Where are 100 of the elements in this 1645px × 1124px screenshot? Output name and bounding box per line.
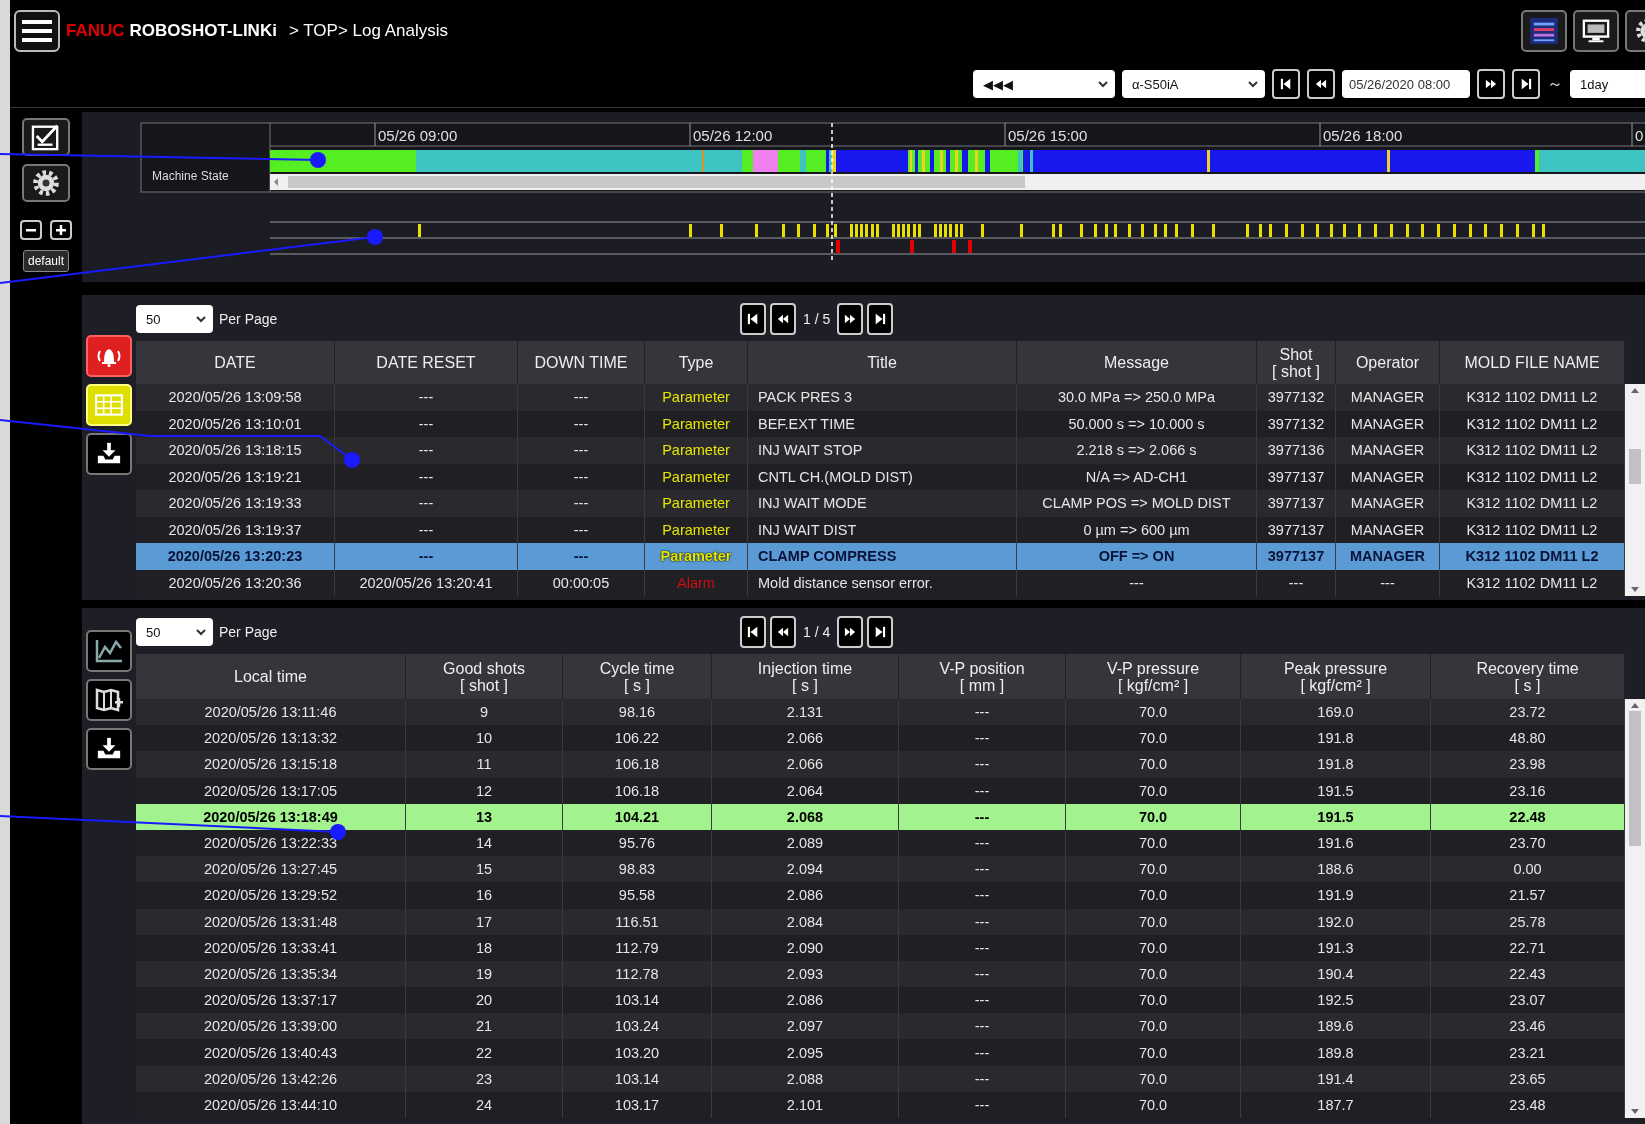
table-row[interactable]: 2020/05/26 13:18:49 13 104.21 2.068 --- 70.0 191.5 22.48 <box>136 803 1625 830</box>
next-button[interactable] <box>1477 69 1505 99</box>
last-page-button[interactable] <box>867 616 894 648</box>
machine-dropdown[interactable]: α-S50iA <box>1122 70 1265 98</box>
table-cell: 106.18 <box>563 777 712 804</box>
table-row[interactable]: 2020/05/26 13:09:58 --- --- Parameter PACK PRES 3 30.0 MPa => 250.0 MPa 3977132 MANAGER K312 1102 DM11 L2 <box>136 384 1625 411</box>
settings-button[interactable] <box>22 164 70 202</box>
column-header: DATE <box>214 354 256 371</box>
range-dropdown[interactable]: ◀◀◀ <box>973 70 1115 98</box>
fast-forward-icon <box>844 313 857 325</box>
column-header: Good shots <box>443 659 525 677</box>
menu-button[interactable] <box>14 10 60 52</box>
table-cell: --- <box>1257 569 1336 596</box>
table-cell: 18 <box>406 934 563 961</box>
first-page-button[interactable] <box>740 616 766 648</box>
breadcrumb: > TOP> Log Analysis <box>288 21 448 41</box>
table-row[interactable]: 2020/05/26 13:31:48 17 116.51 2.084 --- 70.0 192.0 25.78 <box>136 908 1625 935</box>
table-cell: 2.064 <box>712 777 899 804</box>
table-cell: 22 <box>406 1039 563 1066</box>
table-row[interactable]: 2020/05/26 13:35:34 19 112.78 2.093 --- 70.0 190.4 22.43 <box>136 960 1625 988</box>
filter-button[interactable] <box>22 118 70 156</box>
map-button[interactable] <box>86 679 132 721</box>
table-cell: PACK PRES 3 <box>748 384 1017 411</box>
scrollbar[interactable] <box>1625 699 1645 1119</box>
zoom-out-button[interactable] <box>20 220 42 240</box>
first-button[interactable] <box>1272 69 1300 99</box>
column-header: Title <box>867 354 897 371</box>
table-row[interactable]: 2020/05/26 13:11:46 9 98.16 2.131 --- 70.0 169.0 23.72 <box>136 699 1625 726</box>
last-button[interactable] <box>1512 69 1540 99</box>
list-view-button[interactable] <box>1521 10 1567 52</box>
table-cell: 2020/05/26 13:29:52 <box>136 882 406 909</box>
table-cell: 2.095 <box>712 1039 899 1066</box>
caret-icon <box>1247 79 1259 89</box>
table-row[interactable]: 2020/05/26 13:39:00 21 103.24 2.097 --- 70.0 189.6 23.46 <box>136 1013 1625 1040</box>
row-label: Machine State <box>152 169 229 183</box>
scrollbar[interactable] <box>1625 384 1645 596</box>
map-icon <box>94 687 124 713</box>
table-row[interactable]: 2020/05/26 13:15:18 11 106.18 2.066 --- 70.0 191.8 23.98 <box>136 751 1625 778</box>
table-cell: 103.20 <box>563 1039 712 1066</box>
table-cell: CLAMP POS => MOLD DIST <box>1017 490 1257 517</box>
table-cell: 70.0 <box>1066 803 1241 830</box>
list-icon <box>1530 18 1558 44</box>
skip-end-icon <box>874 626 887 638</box>
table-cell: 106.18 <box>563 751 712 778</box>
table-cell: 95.58 <box>563 882 712 909</box>
table-cell: --- <box>1336 569 1440 596</box>
column-unit: [ s ] <box>792 676 818 694</box>
table-cell: --- <box>335 543 518 570</box>
checklist-icon <box>31 123 61 151</box>
monitor-button[interactable] <box>1573 10 1619 52</box>
table-cell: 70.0 <box>1066 1039 1241 1066</box>
default-zoom-button[interactable]: default <box>23 250 69 272</box>
per-page-dropdown[interactable]: 50 <box>136 618 213 646</box>
column-header: Operator <box>1355 354 1420 371</box>
table-cell: --- <box>899 777 1066 804</box>
column-header: Injection time <box>757 659 853 677</box>
chart-button[interactable] <box>86 630 132 672</box>
first-page-button[interactable] <box>740 303 766 335</box>
table-row[interactable]: 2020/05/26 13:19:33 --- --- Parameter INJ WAIT MODE CLAMP POS => MOLD DIST 3977137 MANAGER K312 1102 DM11 L2 <box>136 490 1625 517</box>
brand-mark: FANUC <box>66 21 125 41</box>
previous-page-button[interactable] <box>770 303 796 335</box>
line-chart-icon <box>94 638 124 664</box>
table-cell: 191.9 <box>1241 882 1431 909</box>
previous-page-button[interactable] <box>770 616 796 648</box>
next-page-button[interactable] <box>837 303 864 335</box>
table-cell: 2.084 <box>712 908 899 935</box>
previous-button[interactable] <box>1307 69 1335 99</box>
table-cell: --- <box>518 437 645 464</box>
page-indicator: 1 / 4 <box>803 624 831 640</box>
page-indicator: 1 / 5 <box>803 311 831 327</box>
column-unit: [ shot ] <box>460 676 508 694</box>
rewind-icon <box>777 313 789 325</box>
table-cell: 116.51 <box>563 908 712 935</box>
table-cell: Parameter <box>645 384 748 411</box>
zoom-in-button[interactable] <box>50 220 72 240</box>
date-field[interactable]: 05/26/2020 08:00 <box>1342 70 1470 98</box>
table-row[interactable]: 2020/05/26 13:42:26 23 103.14 2.088 --- 70.0 191.4 23.65 <box>136 1065 1625 1092</box>
table-cell: 2020/05/26 13:18:15 <box>136 437 335 464</box>
span-dropdown[interactable]: 1day <box>1570 70 1645 98</box>
table-cell: 3977136 <box>1257 437 1336 464</box>
table-cell: 30.0 MPa => 250.0 MPa <box>1017 384 1257 411</box>
next-page-button[interactable] <box>837 616 864 648</box>
fast-forward-icon <box>844 626 857 638</box>
table-cell: --- <box>899 934 1066 961</box>
column-header: Local time <box>234 668 307 685</box>
time-label: 05/26 18:00 <box>1323 127 1403 144</box>
per-page-dropdown[interactable]: 50 <box>136 305 213 333</box>
table-cell: 191.4 <box>1241 1065 1431 1092</box>
column-unit: [ s ] <box>1514 676 1541 694</box>
alarm-button[interactable] <box>86 335 132 377</box>
table-row[interactable]: 2020/05/26 13:20:23 --- --- Parameter CLAMP COMPRESS OFF => ON 3977137 MANAGER K312 1102 DM11 L2 <box>136 543 1625 570</box>
table-row[interactable]: 2020/05/26 13:18:15 --- --- Parameter INJ WAIT STOP 2.218 s => 2.066 s 3977136 MANAGER K312 1102 DM11 L2 <box>136 437 1625 464</box>
download-button[interactable] <box>86 433 132 475</box>
last-page-button[interactable] <box>867 303 894 335</box>
table-cell: 2020/05/26 13:17:05 <box>136 777 406 804</box>
monitor-icon <box>1582 18 1610 44</box>
table-cell: 191.8 <box>1241 751 1431 778</box>
download-button[interactable] <box>86 728 132 770</box>
table-cell: Mold distance sensor error. <box>748 569 1017 596</box>
table-row[interactable]: 2020/05/26 13:27:45 15 98.83 2.094 --- 70.0 188.6 0.00 <box>136 856 1625 883</box>
